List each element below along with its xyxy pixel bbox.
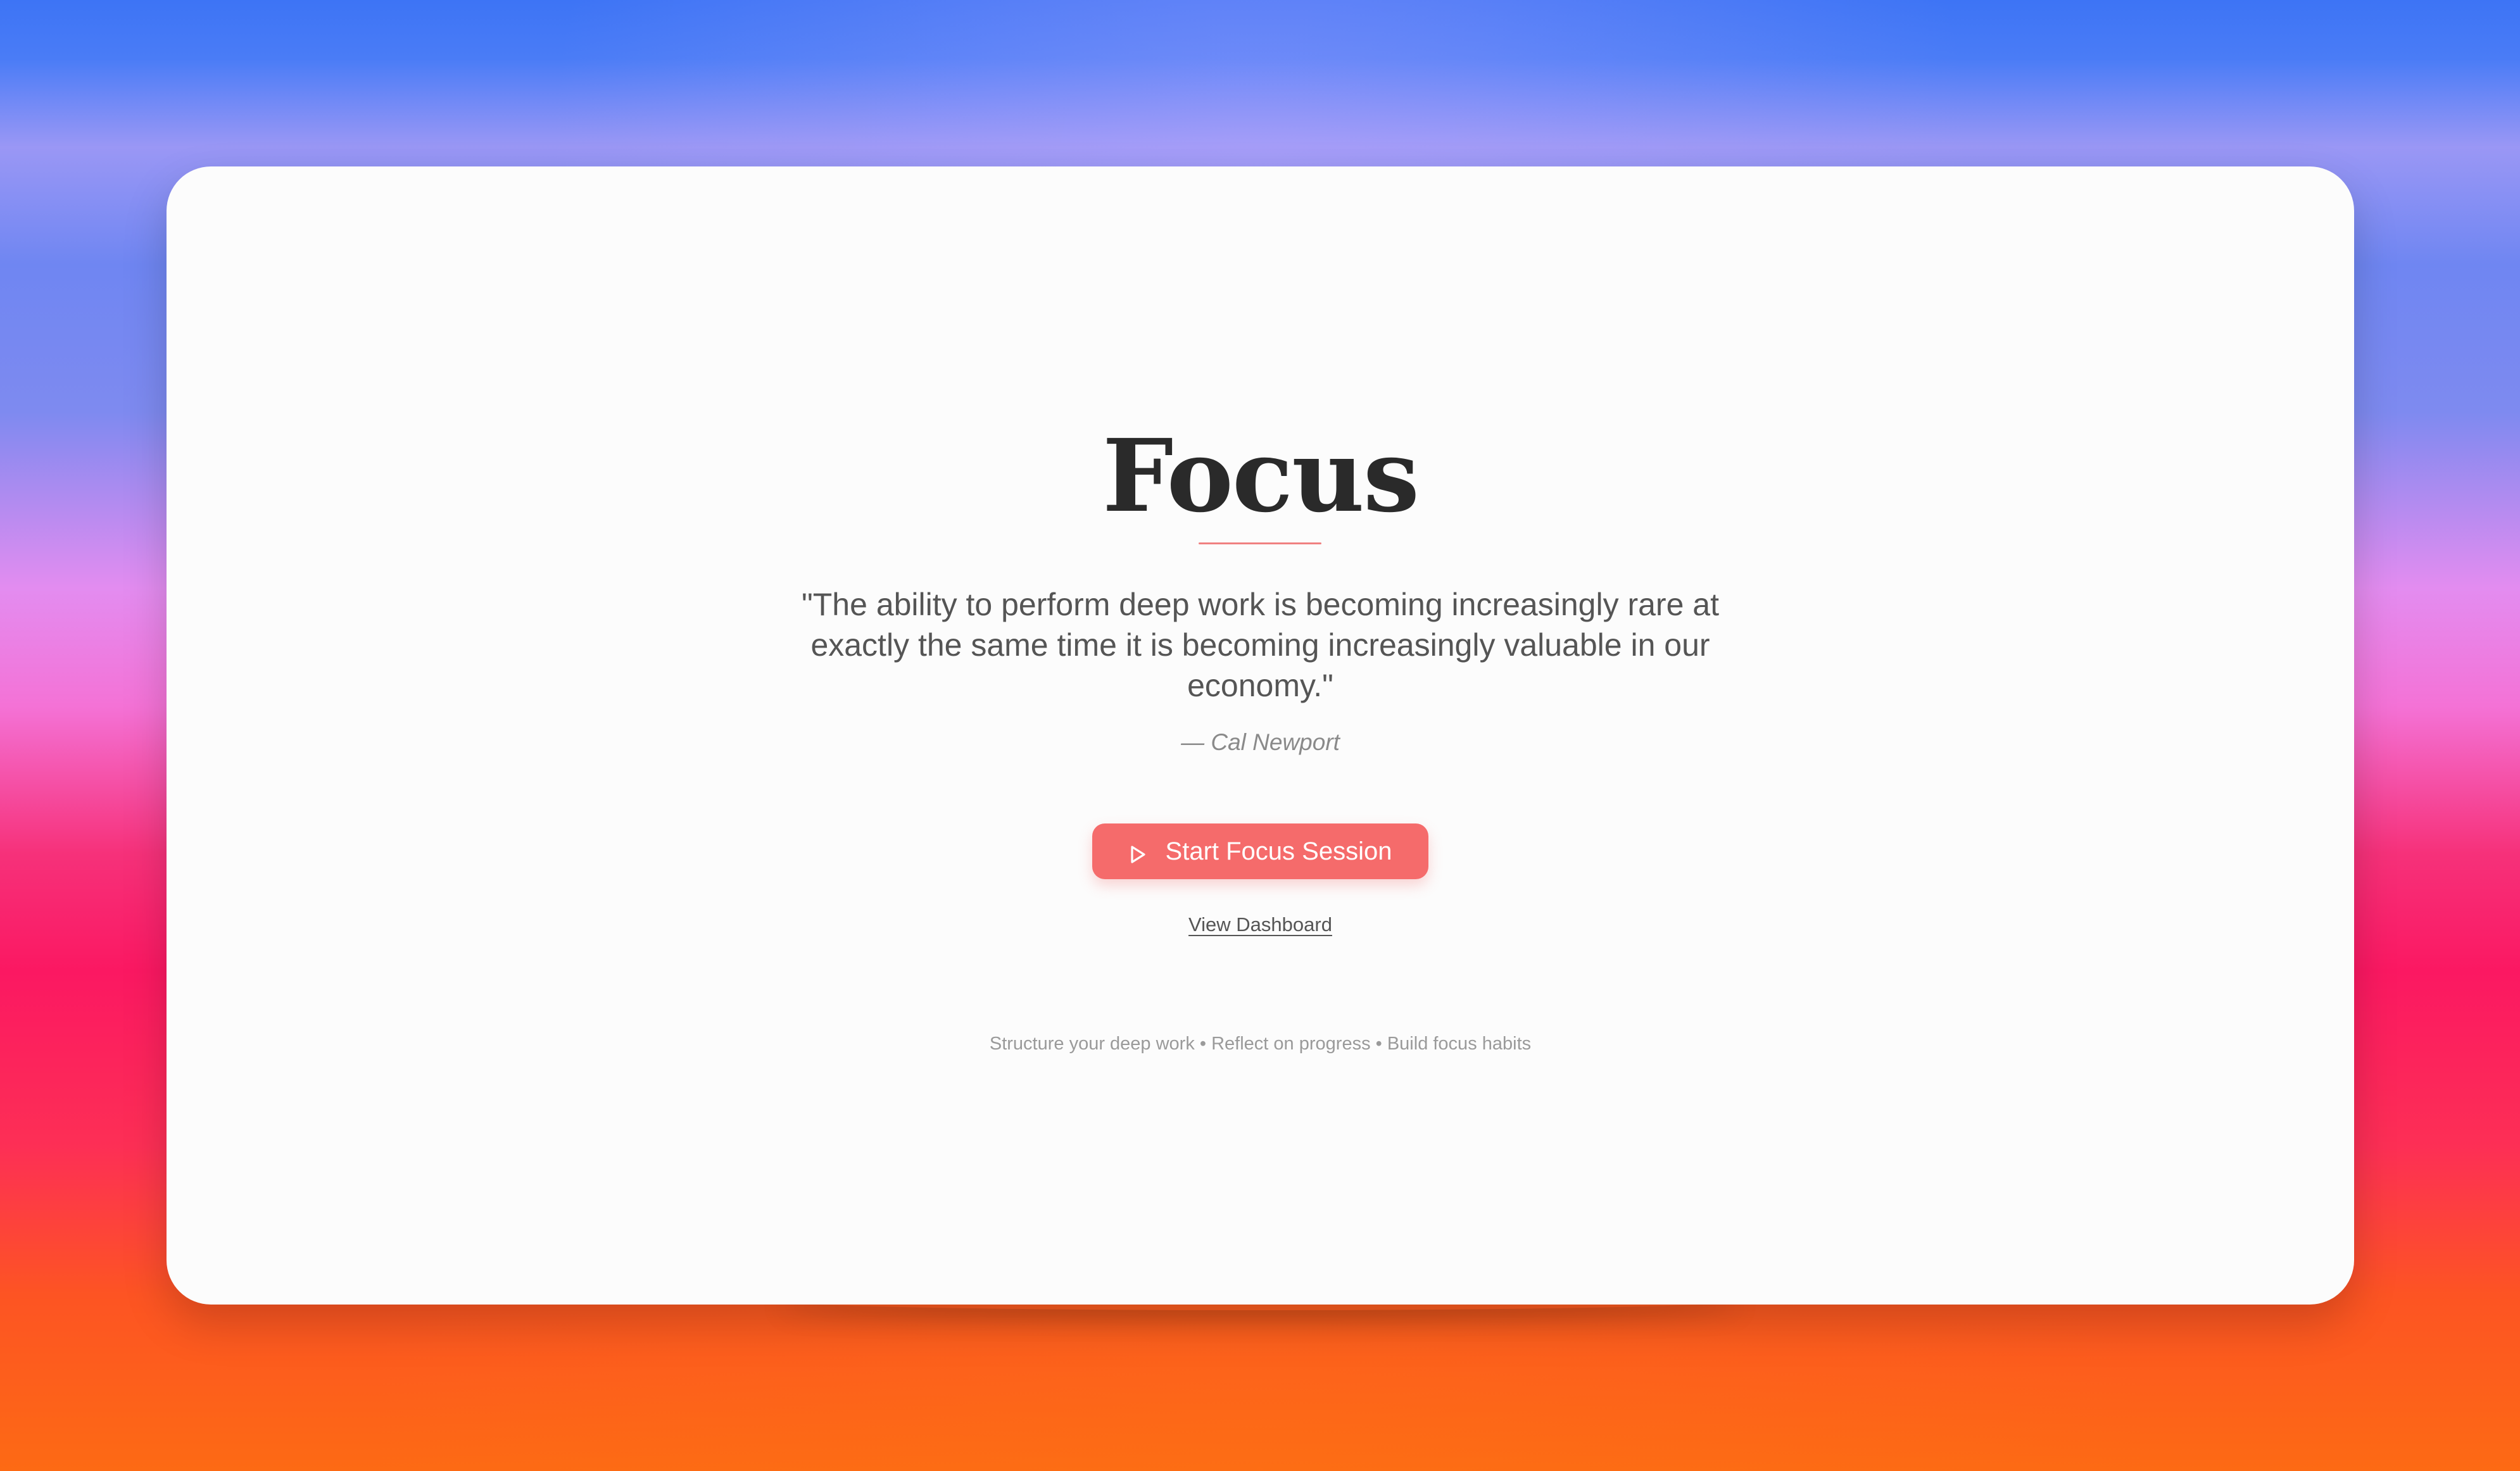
quote-text: "The ability to perform deep work is bec… <box>802 587 1719 703</box>
view-dashboard-link[interactable]: View Dashboard <box>1188 913 1332 936</box>
page-title: Focus <box>1102 418 1420 535</box>
play-icon <box>1129 842 1147 863</box>
hero-content: Focus "The ability to perform deep work … <box>167 166 2354 1305</box>
title-divider <box>1199 542 1321 544</box>
tagline: Structure your deep work • Reflect on pr… <box>989 1034 1532 1054</box>
dashboard-link-wrap: View Dashboard <box>167 912 2354 937</box>
quote-author: — Cal Newport <box>1181 729 1340 755</box>
start-focus-session-button[interactable]: Start Focus Session <box>1092 823 1428 879</box>
start-focus-session-label: Start Focus Session <box>1165 837 1392 865</box>
main-card: Focus "The ability to perform deep work … <box>167 166 2354 1305</box>
